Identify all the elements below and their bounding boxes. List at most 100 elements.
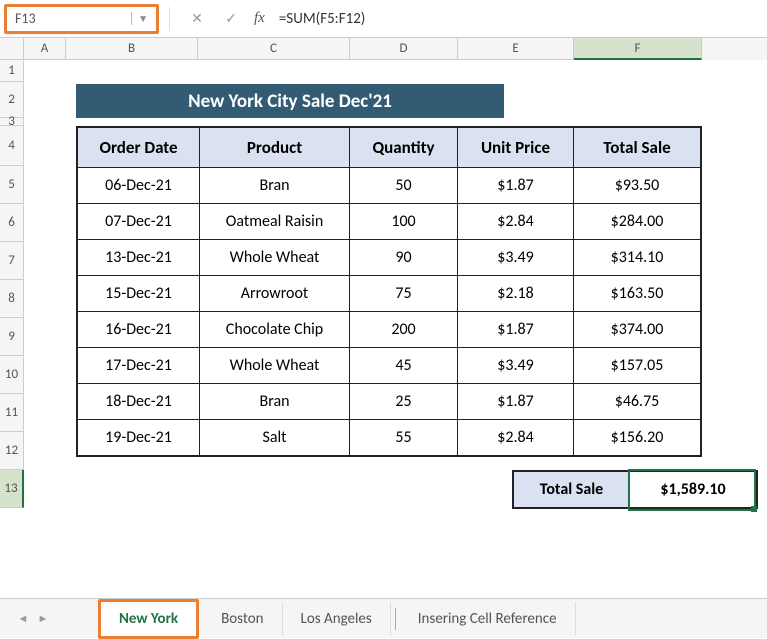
table-row: 13-Dec-21Whole Wheat90$3.49$314.10 [78,239,700,275]
formula-input[interactable]: =SUM(F5:F12) [271,4,767,34]
cell[interactable]: $1.87 [458,384,574,419]
table-row: 19-Dec-21Salt55$2.84$156.20 [78,419,700,455]
cell[interactable]: 75 [350,276,458,311]
cell[interactable]: 15-Dec-21 [78,276,200,311]
cell[interactable]: Salt [200,420,350,455]
cell[interactable]: 19-Dec-21 [78,420,200,455]
total-row: Total Sale $1,589.10 [512,470,758,509]
col-header-b[interactable]: B [66,38,198,60]
cell[interactable]: 17-Dec-21 [78,348,200,383]
row-header[interactable]: 2 [0,82,24,118]
cell[interactable]: $314.10 [574,240,700,275]
row-header[interactable]: 1 [0,60,24,82]
table-row: 17-Dec-21Whole Wheat45$3.49$157.05 [78,347,700,383]
row-header[interactable]: 6 [0,204,24,242]
confirm-icon[interactable]: ✓ [214,4,248,34]
cell[interactable]: 90 [350,240,458,275]
cell[interactable]: $2.84 [458,204,574,239]
name-box-value: F13 [15,10,36,27]
table-row: 18-Dec-21Bran25$1.87$46.75 [78,383,700,419]
row-header[interactable]: 4 [0,126,24,166]
cell[interactable]: Chocolate Chip [200,312,350,347]
tab-inserting-cell-reference[interactable]: Insering Cell Reference [400,602,576,636]
cell[interactable]: $1.87 [458,312,574,347]
cell[interactable]: $2.84 [458,420,574,455]
row-header[interactable]: 9 [0,318,24,356]
table-row: 16-Dec-21Chocolate Chip200$1.87$374.00 [78,311,700,347]
cell[interactable]: $157.05 [574,348,700,383]
header-cell[interactable]: Quantity [350,128,458,167]
cell[interactable]: $156.20 [574,420,700,455]
cell[interactable]: $163.50 [574,276,700,311]
table-row: 15-Dec-21Arrowroot75$2.18$163.50 [78,275,700,311]
tab-new-york[interactable]: New York [98,599,199,639]
spreadsheet: A B C D E F 1 2 3 4 5 6 7 8 9 10 11 12 1… [0,38,767,596]
cell[interactable]: Oatmeal Raisin [200,204,350,239]
total-label[interactable]: Total Sale [514,472,630,507]
cancel-icon[interactable]: ✕ [180,4,214,34]
cell[interactable]: 13-Dec-21 [78,240,200,275]
data-table: Order Date Product Quantity Unit Price T… [76,126,702,457]
name-box[interactable]: F13 ▼ [4,4,159,34]
formula-bar: F13 ▼ ✕ ✓ fx =SUM(F5:F12) [0,0,767,38]
row-headers: 1 2 3 4 5 6 7 8 9 10 11 12 13 [0,60,24,596]
tab-boston[interactable]: Boston [203,602,282,636]
row-header[interactable]: 3 [0,118,24,126]
cell[interactable]: 200 [350,312,458,347]
tab-nav-prev-icon[interactable]: ◄ [14,610,32,628]
cell-grid[interactable]: New York City Sale Dec'21 Order Date Pro… [24,60,767,596]
cell[interactable]: 18-Dec-21 [78,384,200,419]
header-cell[interactable]: Total Sale [574,128,700,167]
cell[interactable]: Whole Wheat [200,348,350,383]
row-header[interactable]: 8 [0,280,24,318]
cell[interactable]: 25 [350,384,458,419]
row-header[interactable]: 11 [0,394,24,432]
table-title[interactable]: New York City Sale Dec'21 [76,84,504,118]
cell[interactable]: $3.49 [458,348,574,383]
cell[interactable]: 07-Dec-21 [78,204,200,239]
cell[interactable]: $374.00 [574,312,700,347]
cell[interactable]: 50 [350,168,458,203]
cell[interactable]: $46.75 [574,384,700,419]
cell[interactable]: $93.50 [574,168,700,203]
cell[interactable]: Bran [200,384,350,419]
col-header-c[interactable]: C [198,38,350,60]
header-cell[interactable]: Order Date [78,128,200,167]
cell[interactable]: 100 [350,204,458,239]
name-box-dropdown-icon[interactable]: ▼ [131,12,148,25]
cell[interactable]: $2.18 [458,276,574,311]
select-all-corner[interactable] [0,38,24,60]
total-value[interactable]: $1,589.10 [630,472,756,507]
row-header[interactable]: 13 [0,470,24,508]
column-headers: A B C D E F [0,38,767,60]
col-header-e[interactable]: E [458,38,574,60]
tab-los-angeles[interactable]: Los Angeles [283,602,391,636]
tab-nav-next-icon[interactable]: ► [34,610,52,628]
col-header-a[interactable]: A [24,38,66,60]
cell[interactable]: $284.00 [574,204,700,239]
fx-icon[interactable]: fx [254,10,265,27]
col-header-f[interactable]: F [574,38,702,60]
cell[interactable]: 16-Dec-21 [78,312,200,347]
cell[interactable]: 45 [350,348,458,383]
row-header[interactable]: 10 [0,356,24,394]
row-header[interactable]: 5 [0,166,24,204]
row-header[interactable]: 7 [0,242,24,280]
header-cell[interactable]: Unit Price [458,128,574,167]
sheet-tabs: ◄ ► New York Boston Los Angeles Insering… [0,598,767,638]
header-cell[interactable]: Product [200,128,350,167]
cell[interactable]: $1.87 [458,168,574,203]
cell[interactable]: Whole Wheat [200,240,350,275]
table-row: 07-Dec-21Oatmeal Raisin100$2.84$284.00 [78,203,700,239]
col-header-d[interactable]: D [350,38,458,60]
table-header-row: Order Date Product Quantity Unit Price T… [78,128,700,167]
cell[interactable]: 55 [350,420,458,455]
cell[interactable]: Arrowroot [200,276,350,311]
cell[interactable]: $3.49 [458,240,574,275]
tab-divider [395,608,396,630]
cell[interactable]: 06-Dec-21 [78,168,200,203]
cell[interactable]: Bran [200,168,350,203]
row-header[interactable]: 12 [0,432,24,470]
divider [169,7,170,31]
table-row: 06-Dec-21Bran50$1.87$93.50 [78,167,700,203]
